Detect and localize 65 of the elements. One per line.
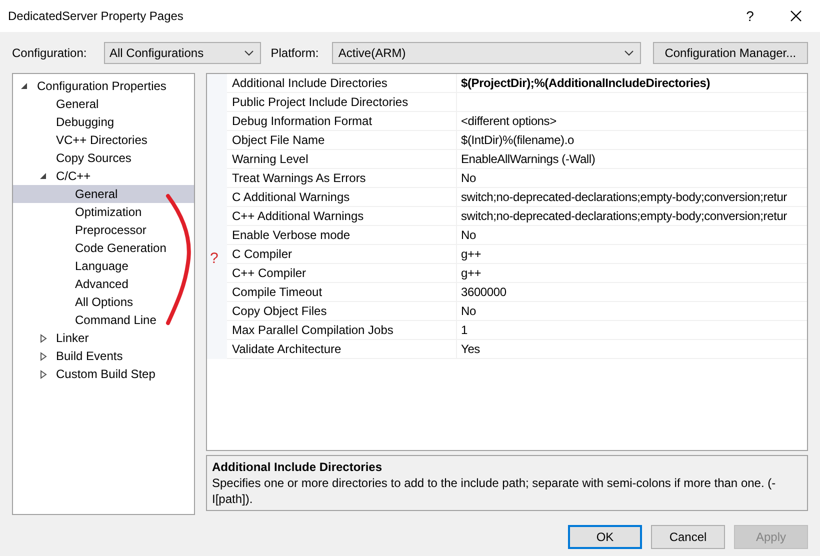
property-value[interactable]: g++ bbox=[457, 245, 807, 264]
property-value[interactable]: switch;no-deprecated-declarations;empty-body;conversion;retur bbox=[457, 207, 807, 226]
chevron-icon bbox=[244, 50, 254, 56]
property-name[interactable]: Treat Warnings As Errors bbox=[227, 169, 457, 188]
tree-item[interactable]: General bbox=[54, 95, 101, 113]
collapsed-arrow-icon[interactable] bbox=[40, 370, 47, 378]
configuration-label: Configuration: bbox=[12, 45, 88, 62]
property-name[interactable]: Copy Object Files bbox=[227, 302, 457, 321]
property-value[interactable]: 1 bbox=[457, 321, 807, 340]
configuration-manager-button[interactable]: Configuration Manager... bbox=[652, 42, 808, 64]
tree-item[interactable]: Advanced bbox=[73, 275, 130, 293]
tree-item[interactable]: Debugging bbox=[54, 113, 116, 131]
property-value[interactable]: No bbox=[457, 302, 807, 321]
tree-item[interactable]: Command Line bbox=[73, 311, 158, 329]
window-title: DedicatedServer Property Pages bbox=[8, 8, 184, 25]
collapsed-arrow-icon[interactable] bbox=[40, 334, 47, 342]
configuration-dropdown[interactable]: All Configurations bbox=[104, 42, 261, 64]
tree-item[interactable]: Custom Build Step bbox=[54, 365, 158, 383]
property-value[interactable]: 3600000 bbox=[457, 283, 807, 302]
platform-label: Platform: bbox=[270, 45, 320, 62]
property-name[interactable]: Compile Timeout bbox=[227, 283, 457, 302]
tree-item[interactable]: Linker bbox=[54, 329, 91, 347]
tree-item[interactable]: Language bbox=[73, 257, 130, 275]
dialog-button[interactable]: OK bbox=[568, 525, 642, 549]
property-value[interactable]: No bbox=[457, 169, 807, 188]
tree-item[interactable]: Configuration Properties bbox=[35, 77, 168, 95]
property-value[interactable]: g++ bbox=[457, 264, 807, 283]
tree-item[interactable]: Build Events bbox=[54, 347, 125, 365]
property-value[interactable]: No bbox=[457, 226, 807, 245]
property-value[interactable]: $(IntDir)%(filename).o bbox=[457, 131, 807, 150]
property-name[interactable]: C++ Compiler bbox=[227, 264, 457, 283]
property-value[interactable]: EnableAllWarnings (-Wall) bbox=[457, 150, 807, 169]
tree-item[interactable]: VC++ Directories bbox=[54, 131, 150, 149]
property-value[interactable]: Yes bbox=[457, 340, 807, 359]
property-value[interactable]: <different options> bbox=[457, 112, 807, 131]
platform-dropdown[interactable]: Active(ARM) bbox=[332, 42, 641, 64]
property-name[interactable]: C Additional Warnings bbox=[227, 188, 457, 207]
property-name[interactable]: Max Parallel Compilation Jobs bbox=[227, 321, 457, 340]
property-name[interactable]: Public Project Include Directories bbox=[227, 93, 457, 112]
property-value[interactable]: $(ProjectDir);%(AdditionalIncludeDirectories) bbox=[457, 74, 807, 93]
property-name[interactable]: Warning Level bbox=[227, 150, 457, 169]
property-name[interactable]: Additional Include Directories bbox=[227, 74, 457, 93]
tree-item[interactable]: Preprocessor bbox=[73, 221, 148, 239]
dialog-button[interactable]: Cancel bbox=[651, 525, 725, 549]
description-title: Additional Include Directories bbox=[212, 459, 384, 475]
expanded-arrow-icon[interactable] bbox=[40, 172, 47, 180]
chevron-icon bbox=[624, 50, 634, 56]
tree-item[interactable]: All Options bbox=[73, 293, 136, 311]
tree-item[interactable]: Code Generation bbox=[73, 239, 168, 257]
property-name[interactable]: C Compiler bbox=[227, 245, 457, 264]
property-name[interactable]: C++ Additional Warnings bbox=[227, 207, 457, 226]
property-value[interactable]: switch;no-deprecated-declarations;empty-body;conversion;retur bbox=[457, 188, 807, 207]
annotation-mark: ? bbox=[210, 249, 218, 269]
tree-item[interactable]: Copy Sources bbox=[54, 149, 134, 167]
expanded-arrow-icon[interactable] bbox=[21, 82, 28, 90]
property-name[interactable]: Object File Name bbox=[227, 131, 457, 150]
tree-item[interactable]: C/C++ bbox=[54, 167, 93, 185]
description-text: Specifies one or more directories to add to the include path; separate with semi-colons if more than one. (-I[path]). bbox=[212, 475, 777, 507]
close-icon bbox=[790, 10, 802, 22]
collapsed-arrow-icon[interactable] bbox=[40, 352, 47, 360]
property-name[interactable]: Validate Architecture bbox=[227, 340, 457, 359]
tree-item[interactable]: Optimization bbox=[73, 203, 144, 221]
property-name[interactable]: Enable Verbose mode bbox=[227, 226, 457, 245]
help-button[interactable]: ? bbox=[728, 0, 772, 32]
property-name[interactable]: Debug Information Format bbox=[227, 112, 457, 131]
